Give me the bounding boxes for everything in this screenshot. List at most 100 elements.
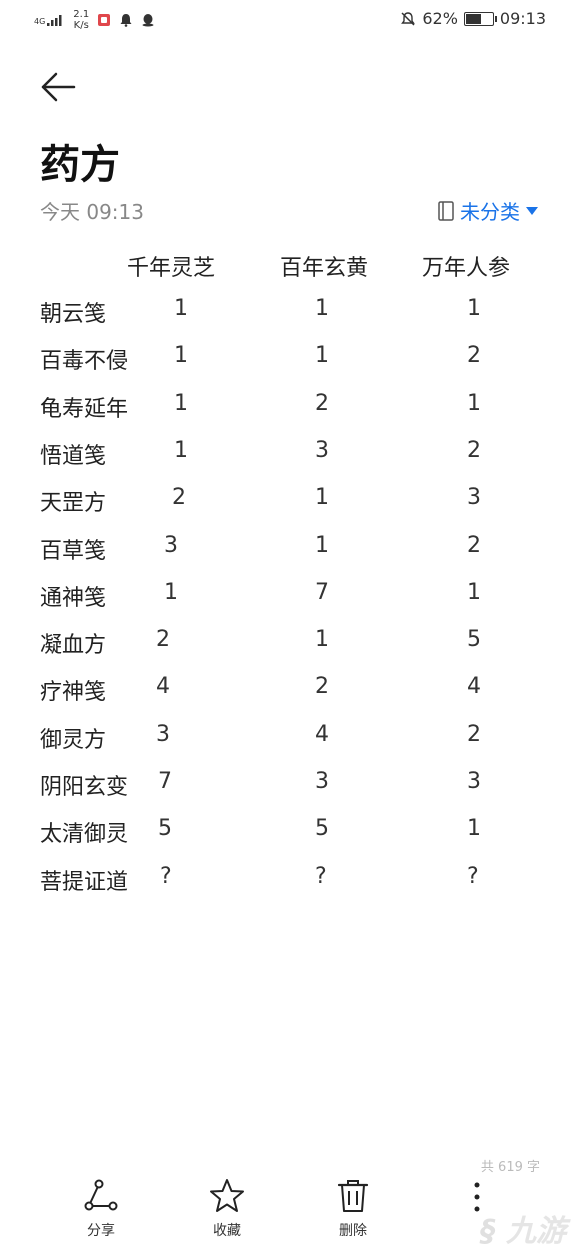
table-cell: 1: [174, 343, 188, 369]
share-label: 分享: [87, 1223, 115, 1239]
net-speed-unit: K/s: [73, 20, 89, 31]
table-cell: 2: [467, 532, 481, 558]
app-notification-icon: [98, 14, 111, 26]
table-cell: 3: [164, 532, 178, 558]
battery-tip: [494, 15, 497, 22]
table-cell: 1: [174, 437, 188, 463]
delete-button[interactable]: 删除: [318, 1178, 388, 1240]
table-cell: 4: [156, 674, 170, 700]
back-arrow-icon: [41, 72, 76, 102]
row-name: 龟寿延年: [40, 396, 129, 422]
table-cell: 2: [315, 390, 329, 416]
table-row: 百毒不侵 1 1 2: [0, 343, 580, 383]
network-indicator: 4G: [34, 14, 65, 26]
row-name: 凝血方: [40, 633, 107, 659]
table-row: 朝云笺 1 1 1: [0, 296, 580, 336]
mute-bell-icon: [401, 11, 416, 26]
table-cell: 1: [174, 296, 188, 321]
table-cell: 3: [315, 437, 329, 463]
table-row: 凝血方 2 1 5: [0, 627, 580, 667]
net-speed: 2.1 K/s: [73, 9, 89, 31]
more-vertical-icon: [474, 1182, 480, 1212]
table-cell: 1: [164, 579, 178, 605]
table-row: 阴阳玄变 7 3 3: [0, 769, 580, 809]
row-name: 天罡方: [40, 491, 107, 517]
table-cell: 1: [467, 816, 481, 842]
table-row: 通神笺 1 7 1: [0, 580, 580, 620]
table-cell: 3: [156, 721, 170, 747]
table-header: 千年灵芝 百年玄黄 万年人参: [0, 250, 580, 286]
trash-icon: [337, 1180, 369, 1212]
table-row: 疗神笺 4 2 4: [0, 674, 580, 714]
bell-notification-icon: [120, 14, 132, 27]
table-cell: 3: [467, 769, 481, 794]
status-time: 09:13: [499, 9, 546, 28]
column-header: 百年玄黄: [280, 256, 369, 281]
star-icon: [210, 1179, 244, 1212]
back-button[interactable]: [36, 65, 80, 109]
row-name: 通神笺: [40, 585, 107, 611]
table-row: 龟寿延年 1 2 1: [0, 391, 580, 431]
notebook-icon: [438, 200, 454, 221]
battery-percent: 62%: [422, 9, 458, 28]
table-cell: 1: [467, 390, 481, 416]
row-name: 菩提证道: [40, 869, 129, 895]
row-name: 疗神笺: [40, 680, 107, 706]
note-title[interactable]: 药方: [40, 132, 120, 190]
status-bar: 4G 2.1 K/s 62% 09:13: [0, 0, 580, 40]
battery-fill: [465, 13, 481, 24]
row-name: 太清御灵: [40, 822, 129, 848]
table-cell: 3: [467, 485, 481, 511]
table-cell: 1: [467, 296, 481, 321]
net-speed-value: 2.1: [73, 9, 90, 20]
table-cell: 4: [467, 674, 481, 700]
table-cell: 5: [467, 627, 481, 653]
table-row: 御灵方 3 4 2: [0, 722, 580, 762]
table-cell: 2: [172, 485, 186, 511]
delete-label: 删除: [339, 1223, 367, 1239]
table-row: 菩提证道???: [0, 864, 580, 904]
table-cell: 7: [315, 579, 329, 605]
favorite-button[interactable]: 收藏: [192, 1178, 262, 1240]
table-cell: 2: [467, 721, 481, 747]
row-name: 阴阳玄变: [40, 775, 129, 800]
table-cell: ?: [315, 863, 327, 889]
table-cell: 1: [174, 390, 188, 416]
row-name: 百草笺: [40, 538, 107, 564]
status-right: 62% 09:13: [400, 9, 546, 28]
table-row: 悟道笺 1 3 2: [0, 438, 580, 478]
table-cell: 1: [315, 627, 329, 653]
table-cell: 1: [315, 532, 329, 558]
table-row: 百草笺 3 1 2: [0, 533, 580, 573]
note-date: 今天 09:13: [40, 200, 144, 224]
share-icon: [84, 1179, 118, 1211]
table-cell: 2: [467, 437, 481, 463]
battery-icon: [463, 11, 497, 26]
favorite-label: 收藏: [213, 1223, 241, 1239]
qq-icon: [142, 14, 154, 27]
table-cell: 1: [315, 296, 329, 321]
row-name: 朝云笺: [40, 302, 107, 327]
table-cell: ?: [467, 863, 479, 889]
watermark: § 九游: [481, 1206, 566, 1250]
column-header: 万年人参: [422, 256, 511, 281]
dropdown-triangle-icon: [526, 206, 538, 215]
table-cell: 2: [315, 674, 329, 700]
table-cell: 3: [315, 769, 329, 794]
network-type-label: 4G: [34, 17, 46, 26]
table-cell: 1: [315, 343, 329, 369]
table-cell: 7: [158, 769, 172, 794]
table-cell: 5: [158, 816, 172, 842]
column-header: 千年灵芝: [127, 256, 216, 281]
watermark-text: 九游: [506, 1214, 566, 1249]
row-name: 御灵方: [40, 727, 107, 753]
table-cell: 1: [315, 485, 329, 511]
table-cell: 4: [315, 721, 329, 747]
status-left: 4G 2.1 K/s: [34, 9, 155, 31]
category-selector[interactable]: 未分类: [438, 196, 538, 225]
word-count: 共 619 字: [480, 1160, 540, 1175]
table-row: 天罡方 2 1 3: [0, 485, 580, 525]
table-cell: 1: [467, 579, 481, 605]
share-button[interactable]: 分享: [66, 1178, 136, 1240]
category-label: 未分类: [460, 200, 520, 224]
